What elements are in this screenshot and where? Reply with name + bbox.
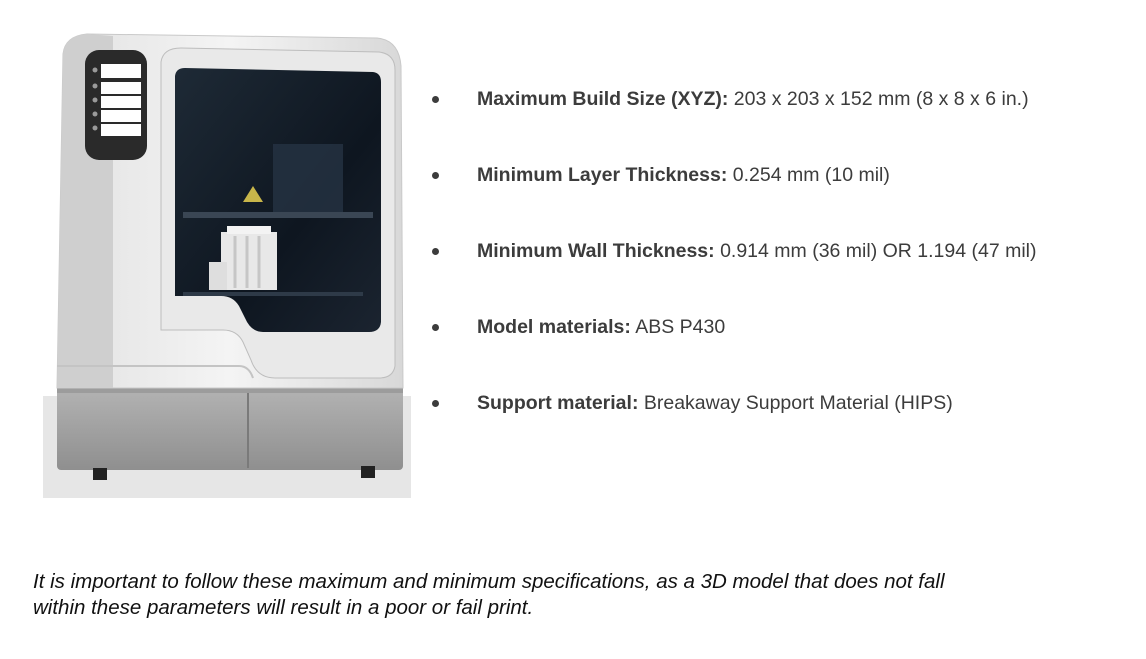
spec-item-layer-thickness: Minimum Layer Thickness: 0.254 mm (10 mi… <box>432 161 1132 237</box>
spec-value: Breakaway Support Material (HIPS) <box>638 392 953 414</box>
spec-value: 0.914 mm (36 mil) OR 1.194 (47 mil) <box>714 240 1037 262</box>
spec-value: 0.254 mm (10 mil) <box>727 164 890 186</box>
spec-list: Maximum Build Size (XYZ): 203 x 203 x 15… <box>432 85 1132 465</box>
spec-value: ABS P430 <box>630 316 726 338</box>
spec-label: Maximum Build Size (XYZ): <box>477 88 729 110</box>
bullet-icon <box>432 172 439 179</box>
spec-item-build-size: Maximum Build Size (XYZ): 203 x 203 x 15… <box>432 85 1132 161</box>
spec-item-wall-thickness: Minimum Wall Thickness: 0.914 mm (36 mil… <box>432 237 1132 313</box>
spec-value: 203 x 203 x 152 mm (8 x 8 x 6 in.) <box>728 88 1029 110</box>
spec-label: Minimum Wall Thickness: <box>477 240 715 262</box>
note-line-2: within these parameters will result in a… <box>33 596 534 619</box>
bullet-icon <box>432 324 439 331</box>
spec-label: Support material: <box>477 392 639 414</box>
bullet-icon <box>432 248 439 255</box>
bullet-icon <box>432 400 439 407</box>
spec-label: Model materials: <box>477 316 631 338</box>
note-line-1: It is important to follow these maximum … <box>33 570 945 593</box>
printer-image <box>43 26 411 498</box>
spec-label: Minimum Layer Thickness: <box>477 164 728 186</box>
spec-item-model-materials: Model materials: ABS P430 <box>432 313 1132 389</box>
bullet-icon <box>432 96 439 103</box>
spec-item-support-material: Support material: Breakaway Support Mate… <box>432 389 1132 465</box>
specification-note: It is important to follow these maximum … <box>33 569 1113 621</box>
